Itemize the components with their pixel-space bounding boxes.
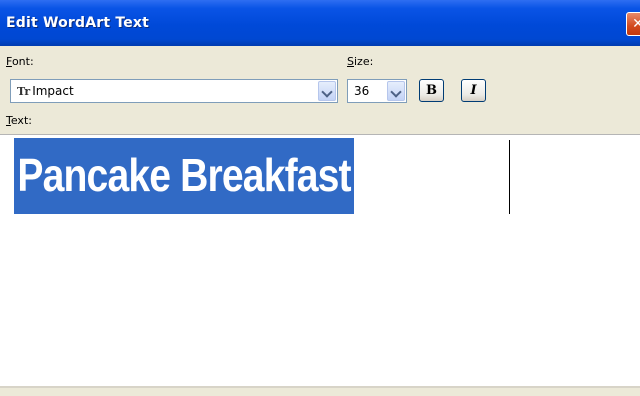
wordart-text-area[interactable]: Pancake Breakfast bbox=[0, 134, 640, 388]
text-label: Text: bbox=[6, 114, 32, 127]
close-button[interactable]: ✕ bbox=[626, 12, 640, 36]
italic-button[interactable]: I bbox=[461, 79, 486, 102]
font-dropdown-chevron-down-icon[interactable] bbox=[318, 81, 336, 101]
size-dropdown-chevron-down-icon[interactable] bbox=[387, 81, 405, 101]
size-label: Size: bbox=[347, 55, 374, 68]
size-select[interactable]: 36 bbox=[347, 79, 407, 103]
font-select-value: Impact bbox=[32, 84, 74, 98]
size-select-value: 36 bbox=[354, 84, 370, 98]
window-title: Edit WordArt Text bbox=[6, 15, 150, 31]
font-label: Font: bbox=[6, 55, 34, 68]
bold-button[interactable]: B bbox=[419, 79, 444, 102]
close-icon: ✕ bbox=[632, 16, 640, 32]
text-cursor bbox=[509, 140, 510, 214]
truetype-font-icon: Tr bbox=[17, 85, 31, 98]
title-bar: Edit WordArt Text ✕ bbox=[0, 0, 640, 46]
font-select[interactable]: Tr Impact bbox=[10, 79, 338, 103]
selected-wordart-text[interactable]: Pancake Breakfast bbox=[14, 138, 355, 214]
